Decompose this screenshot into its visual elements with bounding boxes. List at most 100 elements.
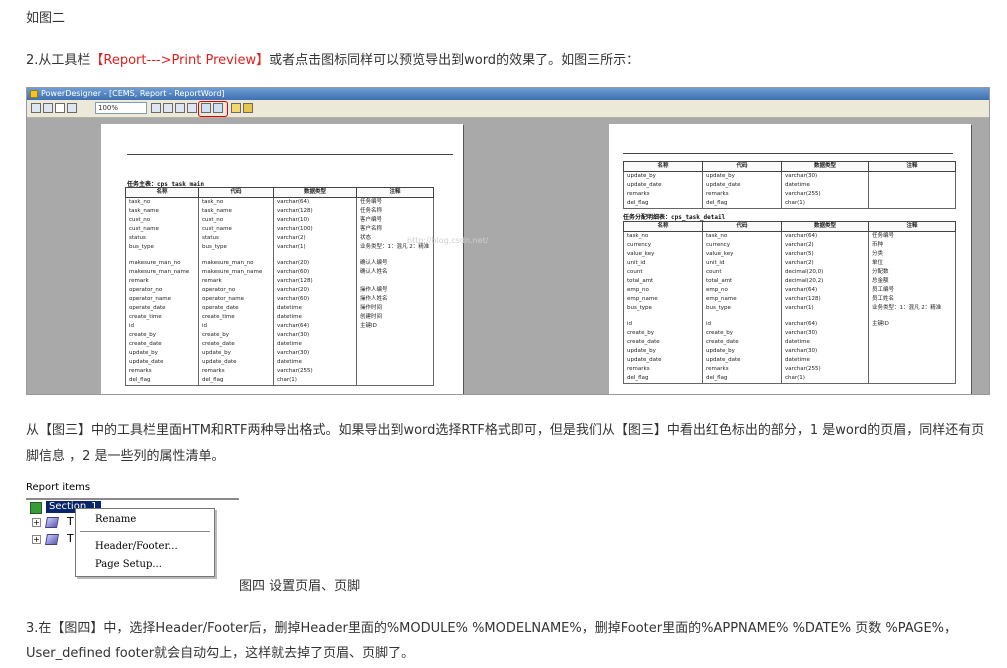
table-cell: varchar(100) — [273, 225, 357, 234]
table-cell: value_key — [702, 250, 782, 259]
print-icon[interactable] — [31, 103, 41, 113]
expand-icon[interactable]: + — [32, 518, 41, 527]
table-row: status status varchar(2) 状态 — [125, 234, 434, 243]
table-cell: total_amt — [623, 277, 703, 286]
table-cell: char(1) — [273, 376, 357, 386]
two-page-icon[interactable] — [67, 103, 77, 113]
table-row: del_flag del_flag char(1) — [623, 199, 956, 209]
page-header-line — [623, 153, 953, 154]
next-page-icon[interactable] — [175, 103, 185, 113]
table-cell: cust_name — [198, 225, 274, 234]
table-row: value_key value_key varchar(5) 分类 — [623, 250, 956, 259]
table-cell: status — [125, 234, 199, 243]
menu-item-page-setup[interactable]: Page Setup... — [95, 559, 162, 570]
table-cell: datetime — [273, 313, 357, 322]
table-cell: task_name — [198, 207, 274, 216]
page-icon[interactable] — [43, 103, 53, 113]
table-cell: varchar(30) — [781, 329, 869, 338]
table-cell: emp_no — [623, 286, 703, 295]
table-row: create_time create_time datetime 创建时间 — [125, 313, 434, 322]
table-cell: varchar(64) — [273, 322, 357, 331]
table-cell: update_by — [623, 171, 703, 181]
table-cell: del_flag — [702, 199, 782, 209]
table-row: total_amt total_amt decimal(20,2) 总金额 — [623, 277, 956, 286]
menu-item-header-footer[interactable]: Header/Footer... — [95, 541, 178, 552]
tree-item-label[interactable]: T — [67, 532, 74, 545]
watermark: http://blog.csdn.net/ — [407, 236, 489, 245]
figure-4-caption: 图四 设置页眉、页脚 — [239, 579, 361, 594]
report-items-header: Report items — [26, 481, 239, 500]
col-header: 注释 — [356, 187, 434, 198]
zoom-select[interactable]: 100% — [95, 102, 147, 114]
explanation-line-2: 脚信息 ，2 是一些列的属性清单。 — [26, 449, 225, 464]
first-page-icon[interactable] — [151, 103, 161, 113]
table-cell: 总金额 — [868, 277, 956, 286]
table-cell: update_date — [198, 358, 274, 367]
menu-item-rename[interactable]: Rename — [95, 514, 136, 525]
step-2-prefix: 2.从工具栏 — [26, 53, 91, 68]
table-row: create_date create_date datetime — [125, 340, 434, 349]
table-cell: varchar(20) — [273, 286, 357, 295]
table-row: remarks remarks varchar(255) — [623, 365, 956, 374]
table-cell — [868, 313, 956, 320]
table-cell: decimal(20,2) — [781, 277, 869, 286]
table-cell — [868, 374, 956, 384]
table-row: task_no task_no varchar(64) 任务编号 — [125, 197, 434, 207]
expand-icon[interactable]: + — [32, 535, 41, 544]
last-page-icon[interactable] — [187, 103, 197, 113]
table-row — [125, 252, 434, 259]
preview-toolbar: 100% — [27, 100, 989, 118]
table-cell: varchar(30) — [781, 171, 869, 181]
table-cell: currency — [623, 241, 703, 250]
table-cell: bus_type — [623, 304, 703, 313]
table-cell: cust_no — [198, 216, 274, 225]
table-row: bus_type bus_type varchar(1) 业务类型：1：混凡 2：精准 — [623, 304, 956, 313]
report-items-screenshot: Report items Section_1 + T + T Rename He… — [26, 481, 240, 577]
table-cell: remarks — [125, 367, 199, 376]
table-cell: task_no — [702, 231, 782, 241]
table-cell: 币种 — [868, 241, 956, 250]
table-row: del_flag del_flag char(1) — [125, 376, 434, 386]
table-cell: varchar(64) — [781, 286, 869, 295]
table-cell: 业务类型：1：混凡 2：精准 — [868, 304, 956, 313]
table-cell: del_flag — [623, 199, 703, 209]
table-cell — [868, 356, 956, 365]
window-titlebar: PowerDesigner - [CEMS, Report - ReportWo… — [27, 88, 989, 100]
table-cell — [273, 252, 357, 259]
prev-page-icon[interactable] — [163, 103, 173, 113]
table-cell — [868, 190, 956, 199]
table-cell: create_date — [623, 338, 703, 347]
table-cell: 单位 — [868, 259, 956, 268]
table-cell: id — [125, 322, 199, 331]
table-cell — [356, 331, 434, 340]
tree-item-label[interactable]: T — [67, 515, 74, 528]
table-cell: varchar(30) — [273, 349, 357, 358]
table-row — [623, 313, 956, 320]
red-highlight-box — [198, 101, 228, 117]
table-cell: operator_no — [125, 286, 199, 295]
close-preview-icon[interactable] — [231, 103, 241, 113]
table-cell: varchar(128) — [781, 295, 869, 304]
table-cell: create_date — [125, 340, 199, 349]
table-cell: varchar(2) — [781, 241, 869, 250]
table-cell: remarks — [198, 367, 274, 376]
table-cell: 员工编号 — [868, 286, 956, 295]
table-cell: varchar(60) — [273, 268, 357, 277]
col-header: 注释 — [868, 161, 956, 172]
table-row: makesure_man_name makesure_man_name varcha… — [125, 268, 434, 277]
table-cell: datetime — [781, 356, 869, 365]
table-cell: update_by — [623, 347, 703, 356]
table-cell: operator_name — [125, 295, 199, 304]
table-cell — [868, 347, 956, 356]
step-3-line-2: User_defined footer就会自动勾上，这样就去掉了页眉、页脚了。 — [26, 646, 415, 661]
preview-page-2: 名称 代码 数据类型 注释 update_by update_by varchar(… — [609, 124, 971, 394]
single-page-icon[interactable] — [55, 103, 65, 113]
table-cell: update_by — [702, 347, 782, 356]
table-cell — [702, 313, 782, 320]
help-icon[interactable] — [243, 103, 253, 113]
report-items-title: Report items — [26, 482, 91, 493]
table-cell: task_name — [125, 207, 199, 216]
table-title: 任务分配明细表：cps_task_detail — [623, 214, 726, 221]
table-cell: update_date — [623, 356, 703, 365]
table-cell: remark — [198, 277, 274, 286]
